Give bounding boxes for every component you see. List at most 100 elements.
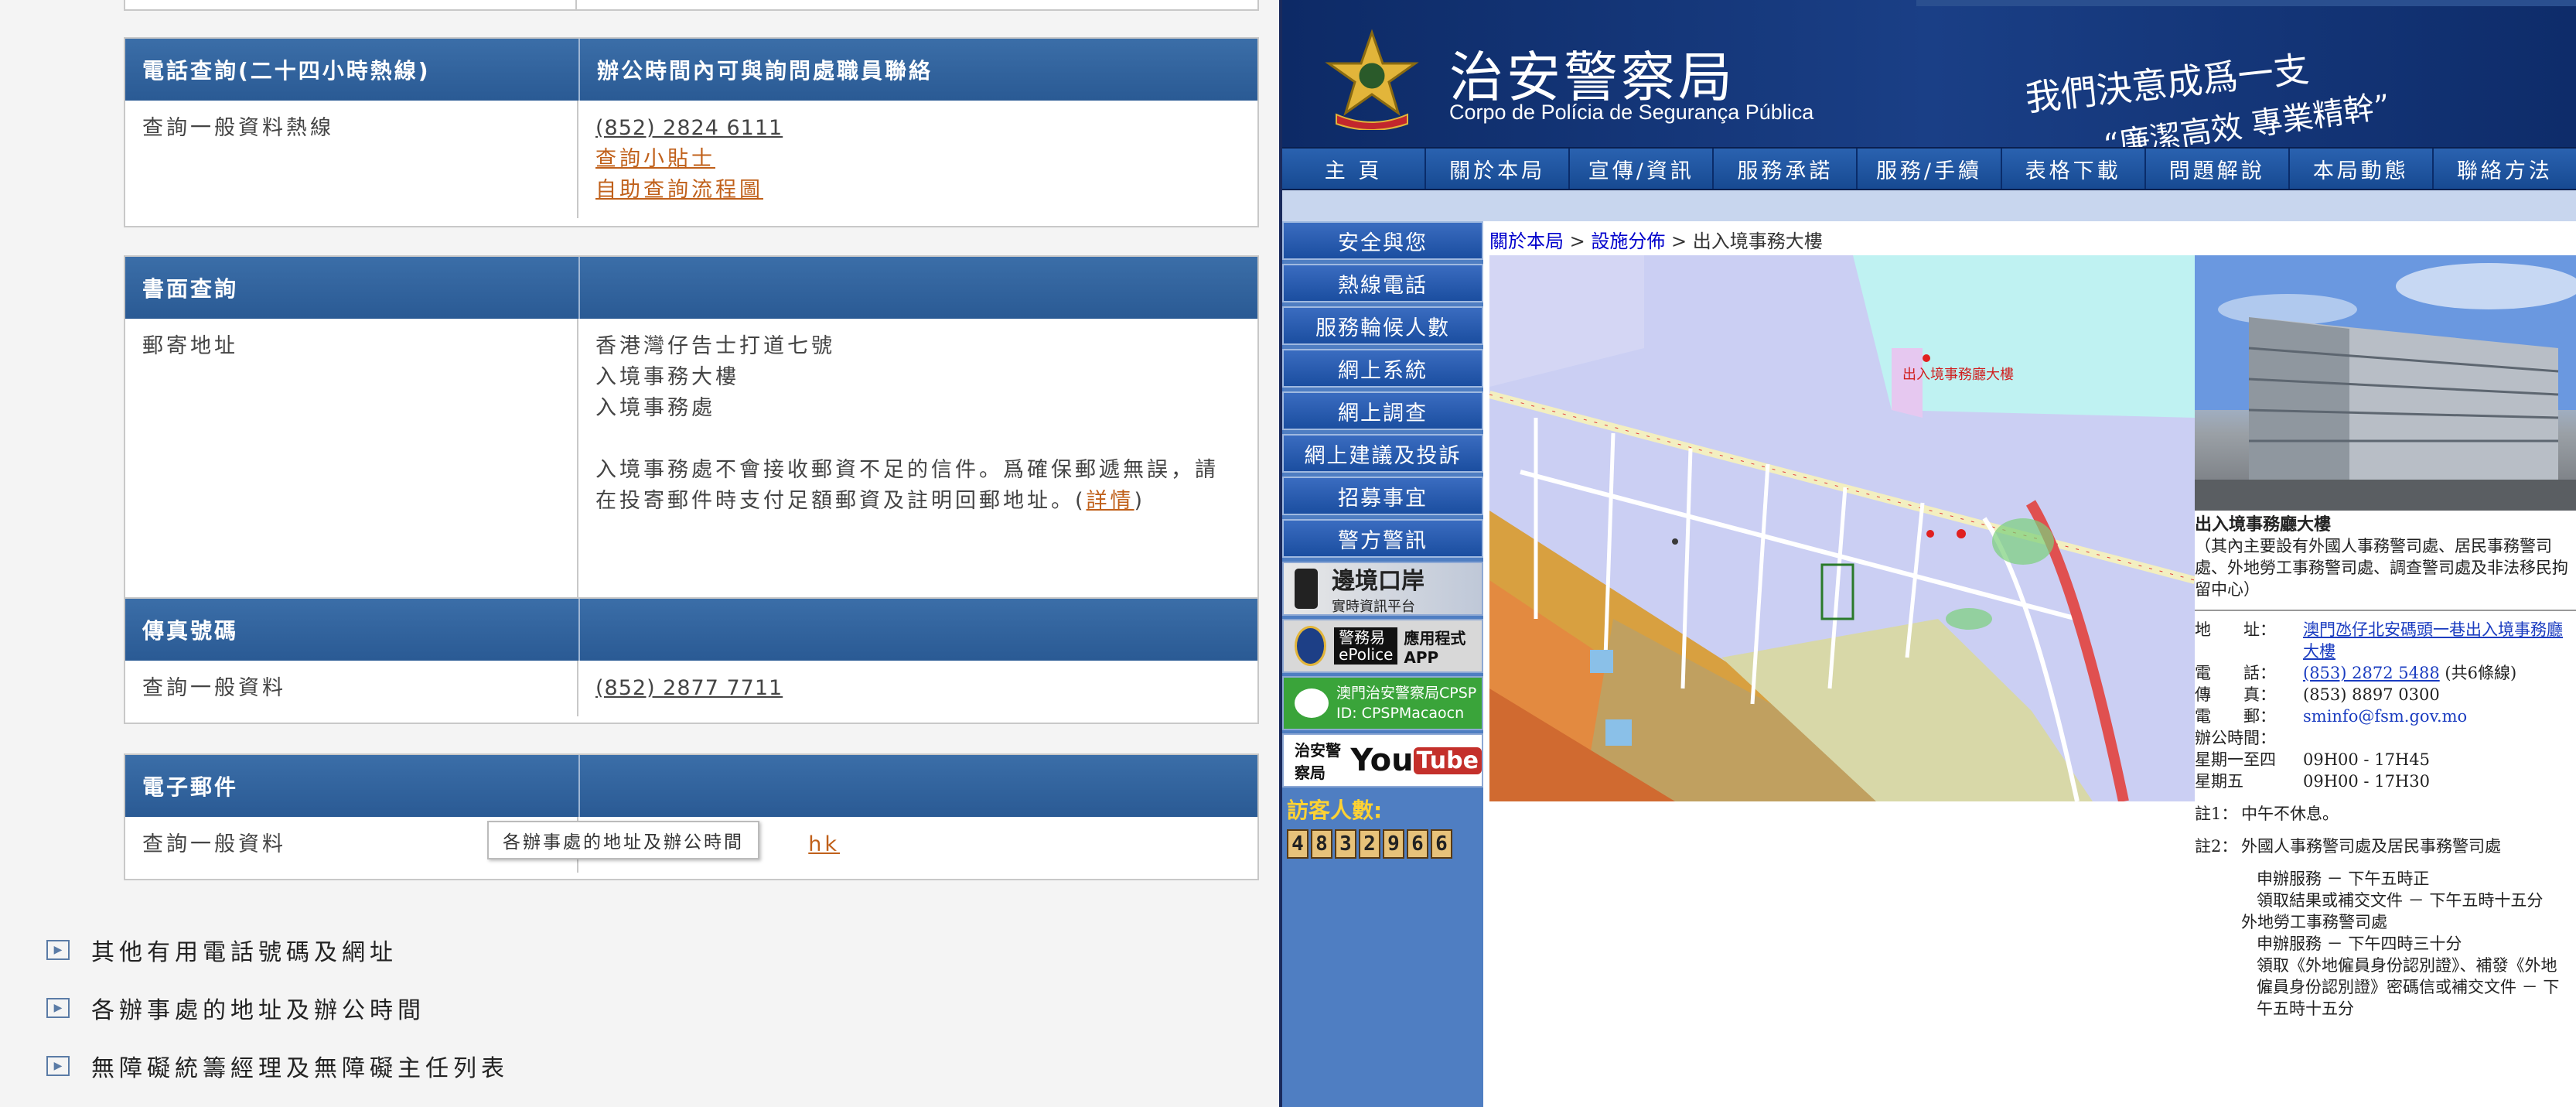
sub-bar (1282, 190, 2576, 221)
nav-pledge[interactable]: 服務承諾 (1714, 149, 1858, 189)
sidebar: 安全與您 熱線電話 服務輪候人數 網上系統 網上調查 網上建議及投訴 招募事宜 … (1282, 221, 1483, 1107)
sidebar-item-safety[interactable]: 安全與您 (1282, 221, 1483, 260)
sidebar-item-online-system[interactable]: 網上系統 (1282, 349, 1483, 388)
police-emblem-icon (1325, 29, 1419, 130)
sidebar-item-hotline[interactable]: 熱線電話 (1282, 264, 1483, 302)
sidebar-item-queue[interactable]: 服務輪候人數 (1282, 306, 1483, 345)
email-link[interactable]: sminfo@fsm.gov.mo (2303, 706, 2576, 727)
expand-arrow-icon: ▶ (46, 940, 70, 960)
wechat-line1: 澳門治安警察局CPSP (1336, 685, 1477, 702)
table-header: 電話查詢(二十四小時熱線) 辦公時間內可與詢問處職員聯絡 (125, 39, 1257, 101)
nav-contact[interactable]: 聯絡方法 (2434, 149, 2576, 189)
nav-about[interactable]: 關於本局 (1426, 149, 1571, 189)
address-line: 入境事務處 (595, 396, 715, 420)
hours-heading: 辦公時間： (2195, 729, 2276, 747)
accordion-label: 各辦事處的地址及辦公時間 (91, 997, 425, 1024)
address-row: 地 址： 澳門氹仔北安碼頭一巷出入境事務廳大樓 (2195, 619, 2576, 662)
nav-publicity[interactable]: 宣傳/資訊 (1570, 149, 1714, 189)
epolice-app-banner[interactable]: 警務易 ePolice 應用程式 APP (1282, 619, 1483, 673)
email-key: 電 郵： (2195, 707, 2276, 726)
counter-digit: 6 (1407, 829, 1428, 859)
sidebar-item-alerts[interactable]: 警方警訊 (1282, 519, 1483, 558)
address-link[interactable]: 澳門氹仔北安碼頭一巷出入境事務廳大樓 (2303, 619, 2576, 662)
counter-digit: 2 (1359, 829, 1380, 859)
tooltip: 各辦事處的地址及辦公時間 (487, 821, 759, 859)
border-checkpoint-banner[interactable]: 邊境口岸 實時資訊平台 (1282, 562, 1483, 616)
table-row: 郵寄地址 香港灣仔告士打道七號 入境事務大樓 入境事務處 入境事務處不會接收郵資… (125, 319, 1257, 610)
wechat-banner[interactable]: 澳門治安警察局CPSP ID: CPSPMacaocn (1282, 676, 1483, 730)
postage-note: 入境事務處不會接收郵資不足的信件。爲確保郵遞無誤，請在投寄郵件時支付足額郵資及註… (595, 455, 1240, 517)
previous-table-edge (124, 0, 1259, 11)
fax-number[interactable]: (852) 2877 7711 (595, 676, 783, 700)
accordion-label: 無障礙統籌經理及無障礙主任列表 (91, 1055, 509, 1082)
breadcrumb: 關於本局 > 設施分佈 > 出入境事務大樓 (1489, 226, 1823, 253)
hotline-number[interactable]: (852) 2824 6111 (595, 113, 1240, 144)
nav-news[interactable]: 本局動態 (2290, 149, 2434, 189)
address-line: 入境事務大樓 (595, 365, 739, 389)
fax-table: 傳真號碼 查詢一般資料 (852) 2877 7711 (124, 597, 1259, 724)
site-banner: 治安警察局 Corpo de Polícia de Segurança Públ… (1282, 0, 2576, 164)
expand-arrow-icon: ▶ (46, 1056, 70, 1076)
details-link[interactable]: 詳情 (1087, 489, 1134, 513)
address-key: 地 址： (2195, 620, 2276, 639)
hours-day: 星期五 (2195, 772, 2243, 791)
hours-row: 星期五 09H00 - 17H30 (2195, 770, 2576, 792)
accordion-item[interactable]: ▶ 無障礙統籌經理及無障礙主任列表 (46, 1047, 509, 1085)
youtube-banner[interactable]: 治安警察局 You Tube (1282, 733, 1483, 788)
map-graphic (1489, 255, 2195, 801)
sidebar-item-survey[interactable]: 網上調查 (1282, 391, 1483, 430)
breadcrumb-about[interactable]: 關於本局 (1489, 231, 1564, 252)
counter-digit: 8 (1311, 829, 1332, 859)
accordion-item[interactable]: ▶ 各辦事處的地址及辦公時間 (46, 989, 425, 1027)
tel-key: 電 話： (2195, 664, 2276, 682)
police-badge-icon (1295, 626, 1327, 666)
header-cell (580, 257, 1257, 319)
written-enquiry-table: 書面查詢 郵寄地址 香港灣仔告士打道七號 入境事務大樓 入境事務處 入境事務處不… (124, 255, 1259, 614)
nav-home[interactable]: 主 頁 (1282, 149, 1427, 189)
epolice-title: 警務易 (1339, 628, 1386, 647)
enquiry-tips-link[interactable]: 查詢小貼士 (595, 144, 1240, 175)
breadcrumb-current: 出入境事務大樓 (1692, 231, 1823, 252)
breadcrumb-facilities[interactable]: 設施分佈 (1591, 231, 1665, 252)
breadcrumb-separator: > (1564, 231, 1592, 252)
sidebar-item-recruitment[interactable]: 招募事宜 (1282, 477, 1483, 515)
youtube-tube: Tube (1413, 747, 1482, 774)
row-label: 查詢一般資料熱線 (125, 101, 578, 218)
email-link[interactable]: hk (808, 832, 840, 856)
note-row: 註2： 外國人事務警司處及居民事務警司處 (2195, 835, 2576, 857)
hours-row: 星期一至四 09H00 - 17H45 (2195, 749, 2576, 770)
building-name: 出入境事務廳大樓 (2195, 514, 2332, 535)
note-value: 外國人事務警司處及居民事務警司處 (2241, 837, 2501, 856)
location-map[interactable]: 出入境事務廳大樓 (1489, 255, 2195, 801)
expand-arrow-icon: ▶ (46, 998, 70, 1018)
postage-note-end: ) (1134, 489, 1146, 513)
nav-forms[interactable]: 表格下載 (2002, 149, 2146, 189)
sidebar-item-complaints[interactable]: 網上建議及投訴 (1282, 434, 1483, 473)
note-detail: 領取《外地僱員身份認別證》、補發《外地僱員身份認別證》密碼信或補交文件 － 下午… (2257, 956, 2560, 1018)
row-label: 查詢一般資料 (125, 661, 578, 716)
phone-icon (1295, 569, 1318, 609)
building-description: （其內主要設有外國人事務警司處、居民事務警司處、外地勞工事務警司處、調查警司處及… (2195, 537, 2568, 599)
email-table: 電子郵件 查詢一般資料 hk (124, 753, 1259, 880)
nav-faq[interactable]: 問題解說 (2146, 149, 2290, 189)
phone-enquiry-table: 電話查詢(二十四小時熱線) 辦公時間內可與詢問處職員聯絡 查詢一般資料熱線 (8… (124, 37, 1259, 227)
right-browser-pane: 治安警察局 Corpo de Polícia de Segurança Públ… (1282, 0, 2576, 1107)
note-value: 中午不休息。 (2241, 805, 2339, 823)
nav-services[interactable]: 服務/手續 (1858, 149, 2002, 189)
youtube-prefix: 治安警察局 (1295, 741, 1341, 782)
map-marker-icon[interactable] (1923, 354, 1930, 362)
divider (2195, 610, 2576, 611)
fax-row: 傳 真： (853) 8897 0300 (2195, 684, 2576, 706)
counter-digit: 6 (1431, 829, 1452, 859)
self-help-flowchart-link[interactable]: 自助查詢流程圖 (595, 175, 1240, 206)
table-row: 查詢一般資料 (852) 2877 7711 (125, 661, 1257, 716)
row-value: 香港灣仔告士打道七號 入境事務大樓 入境事務處 入境事務處不會接收郵資不足的信件… (578, 319, 1257, 610)
epolice-subtitle: ePolice (1339, 645, 1394, 664)
accordion-item[interactable]: ▶ 其他有用電話號碼及網址 (46, 931, 397, 969)
top-strip (1916, 0, 2576, 6)
main-nav: 主 頁 關於本局 宣傳/資訊 服務承諾 服務/手續 表格下載 問題解說 本局動態… (1282, 147, 2576, 190)
site-title-pt: Corpo de Polícia de Segurança Pública (1449, 101, 1814, 124)
table-header: 書面查詢 (125, 257, 1257, 319)
building-image (2195, 255, 2576, 511)
tel-link[interactable]: (853) 2872 5488 (2303, 664, 2440, 682)
